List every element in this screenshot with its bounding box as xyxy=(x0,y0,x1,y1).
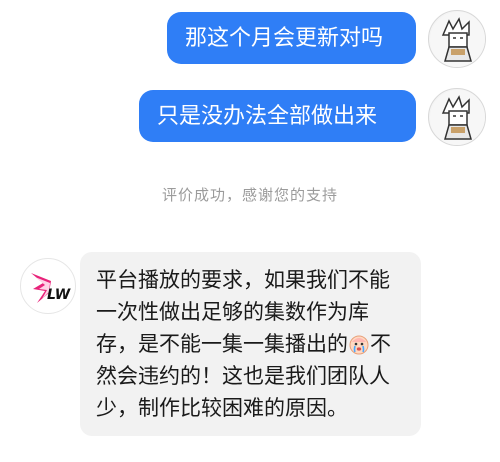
incoming-message-bubble[interactable]: 平台播放的要求，如果我们不能一次性做出足够的集数作为库存，是不能一集一集播出的 … xyxy=(80,252,421,436)
user-avatar[interactable] xyxy=(428,10,486,68)
crying-baby-emoji-icon xyxy=(348,332,370,355)
reply-text-part1: 平台播放的要求，如果我们不能一次性做出足够的集数作为库存，是不能一集一集播出的 xyxy=(96,268,390,356)
outgoing-message-bubble[interactable]: 那这个月会更新对吗 xyxy=(167,12,416,64)
anime-character-icon xyxy=(430,90,485,145)
brand-logo-icon: LW xyxy=(31,273,71,303)
message-row-out-1: 那这个月会更新对吗 xyxy=(0,10,500,72)
outgoing-message-bubble[interactable]: 只是没办法全部做出来 xyxy=(139,90,416,142)
agent-avatar[interactable]: LW xyxy=(20,258,76,314)
anime-character-icon xyxy=(430,12,485,67)
logo-lettering: LW xyxy=(47,287,71,303)
message-row-out-2: 只是没办法全部做出来 xyxy=(0,88,500,150)
system-notice: 评价成功，感谢您的支持 xyxy=(161,186,338,204)
user-avatar[interactable] xyxy=(428,88,486,146)
message-text: 那这个月会更新对吗 xyxy=(185,26,384,51)
message-text: 只是没办法全部做出来 xyxy=(157,104,378,129)
